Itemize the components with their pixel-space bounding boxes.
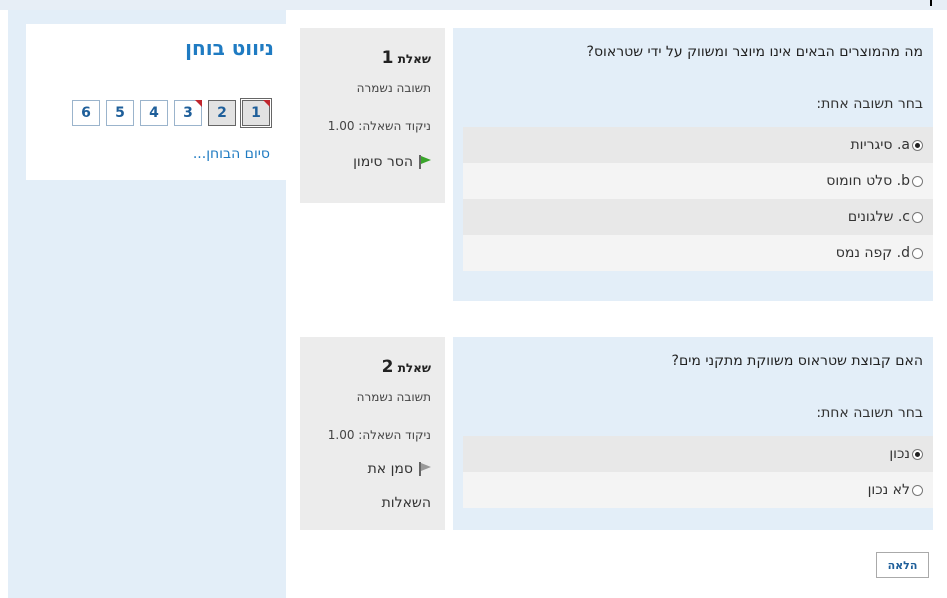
question-1-content: מה מהמוצרים הבאים אינו מיוצר ומשווק על י… [453,28,933,301]
radio-checked-icon[interactable] [912,448,923,460]
answer-option-false[interactable]: לא נכון [463,472,933,508]
flag-label: סמן את [367,461,413,477]
nav-question-2-button[interactable]: 2 [208,100,236,126]
flag-icon [417,155,431,169]
flag-label: הסר סימון [353,154,413,170]
nav-question-5-button[interactable]: 5 [106,100,134,126]
radio-icon[interactable] [912,211,923,223]
option-label: לא נכון [867,482,910,498]
option-label: d. קפה נמס [835,245,910,261]
nav-question-label: 1 [251,105,261,121]
nav-question-label: 2 [217,105,227,121]
answer-option-d[interactable]: d. קפה נמס [463,235,933,271]
answer-option-b[interactable]: b. סלט חומוס [463,163,933,199]
flag-icon [417,462,431,476]
flag-corner-icon [263,100,270,107]
question-marks: ניקוד השאלה: 1.00 [327,428,431,442]
radio-icon[interactable] [912,247,923,259]
question-text: האם קבוצת שטראוס משווקת מתקני מים? [671,353,923,369]
flag-label-continued[interactable]: השאלות [382,495,431,511]
nav-title: ניווט בוחן [185,36,274,60]
option-label: נכון [889,446,910,462]
quiz-navigation-block: ניווט בוחן 1 2 3 4 5 6 סיום הבוחן... [26,24,286,180]
question-1-info: שאלת 1 תשובה נשמרה ניקוד השאלה: 1.00 הסר… [300,28,445,203]
nav-question-3-button[interactable]: 3 [174,100,202,126]
nav-column: ניווט בוחן 1 2 3 4 5 6 סיום הבוחן... [8,10,286,598]
top-mark [930,0,932,6]
question-number: 1 [381,48,394,68]
flag-corner-icon [195,100,202,107]
question-title: שאלת 1 [382,48,431,68]
finish-attempt-link[interactable]: סיום הבוחן... [193,146,270,162]
answer-option-true[interactable]: נכון [463,436,933,472]
question-nav-buttons: 1 2 3 4 5 6 [72,98,272,128]
nav-question-4-button[interactable]: 4 [140,100,168,126]
question-title: שאלת 2 [382,357,431,377]
option-label: a. סיגריות [850,137,910,153]
question-number: 2 [381,357,394,377]
top-strip [0,0,947,10]
nav-question-6-button[interactable]: 6 [72,100,100,126]
answer-option-c[interactable]: c. שלגונים [463,199,933,235]
nav-question-label: 4 [149,105,159,121]
nav-question-label: 6 [81,105,91,121]
question-title-prefix: שאלת [397,361,431,375]
answer-prompt: בחר תשובה אחת: [816,96,923,112]
radio-icon[interactable] [912,175,923,187]
question-title-prefix: שאלת [397,52,431,66]
radio-checked-icon[interactable] [912,139,923,151]
answer-prompt: בחר תשובה אחת: [816,405,923,421]
answer-option-a[interactable]: a. סיגריות [463,127,933,163]
nav-question-label: 5 [115,105,125,121]
nav-question-1-button[interactable]: 1 [240,98,272,128]
next-page-button[interactable]: הלאה [876,552,929,578]
question-status: תשובה נשמרה [356,81,431,95]
question-text: מה מהמוצרים הבאים אינו מיוצר ומשווק על י… [586,44,923,60]
option-label: c. שלגונים [847,209,910,225]
question-2-content: האם קבוצת שטראוס משווקת מתקני מים? בחר ת… [453,337,933,530]
question-status: תשובה נשמרה [356,390,431,404]
option-label: b. סלט חומוס [826,173,910,189]
quiz-page: ניווט בוחן 1 2 3 4 5 6 סיום הבוחן... שאל… [0,0,947,598]
question-marks: ניקוד השאלה: 1.00 [327,119,431,133]
question-2-info: שאלת 2 תשובה נשמרה ניקוד השאלה: 1.00 סמן… [300,337,445,530]
flag-question-button[interactable]: סמן את [368,461,431,477]
radio-icon[interactable] [912,484,923,496]
remove-flag-button[interactable]: הסר סימון [353,154,431,170]
nav-question-label: 3 [183,105,193,121]
